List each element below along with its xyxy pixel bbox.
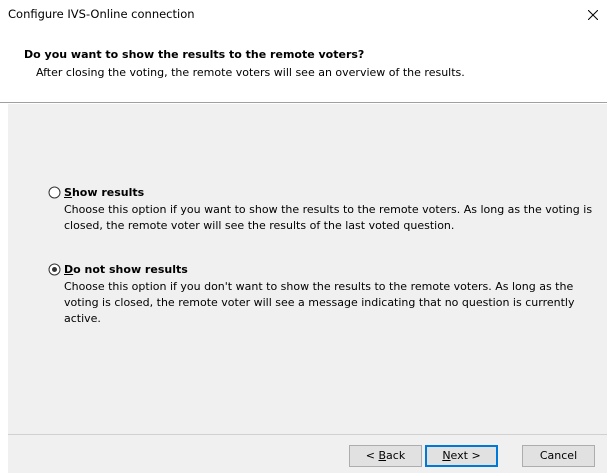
radio-show-results[interactable]: [48, 186, 61, 199]
option-label-show-results[interactable]: Show results: [64, 186, 144, 199]
close-button[interactable]: [577, 0, 607, 30]
label-text: how results: [71, 186, 145, 199]
header-title: Do you want to show the results to the r…: [24, 48, 365, 61]
label-text: o not show results: [73, 263, 188, 276]
mnemonic-d: D: [64, 263, 74, 276]
wizard-footer: [8, 435, 607, 473]
radio-unselected-icon: [48, 186, 61, 199]
wizard-body: Show results Choose this option if you w…: [8, 104, 607, 434]
option-description-show-results: Choose this option if you want to show t…: [64, 203, 593, 232]
back-button[interactable]: < Back: [349, 445, 422, 467]
configure-dialog: Configure IVS-Online connection Do you w…: [0, 0, 607, 473]
next-button[interactable]: Next >: [425, 445, 498, 467]
back-mnemonic: B: [378, 449, 387, 462]
header-subtitle: After closing the voting, the remote vot…: [36, 66, 465, 79]
radio-do-not-show-results[interactable]: [48, 263, 61, 276]
title-bar: Configure IVS-Online connection: [0, 0, 607, 30]
wizard-header: Do you want to show the results to the r…: [0, 30, 607, 102]
option-description-do-not-show-results: Choose this option if you don't want to …: [64, 280, 575, 325]
radio-selected-icon: [48, 263, 61, 276]
window-title: Configure IVS-Online connection: [8, 7, 195, 21]
back-rest: ack: [386, 449, 406, 462]
close-icon: [588, 10, 598, 20]
option-label-do-not-show-results[interactable]: Do not show results: [64, 263, 188, 276]
back-prefix: <: [365, 449, 379, 462]
mnemonic-s: S: [64, 186, 72, 199]
left-edge: [0, 104, 8, 473]
next-mnemonic: N: [442, 449, 451, 462]
next-rest: ext >: [450, 449, 481, 462]
cancel-button[interactable]: Cancel: [522, 445, 595, 467]
